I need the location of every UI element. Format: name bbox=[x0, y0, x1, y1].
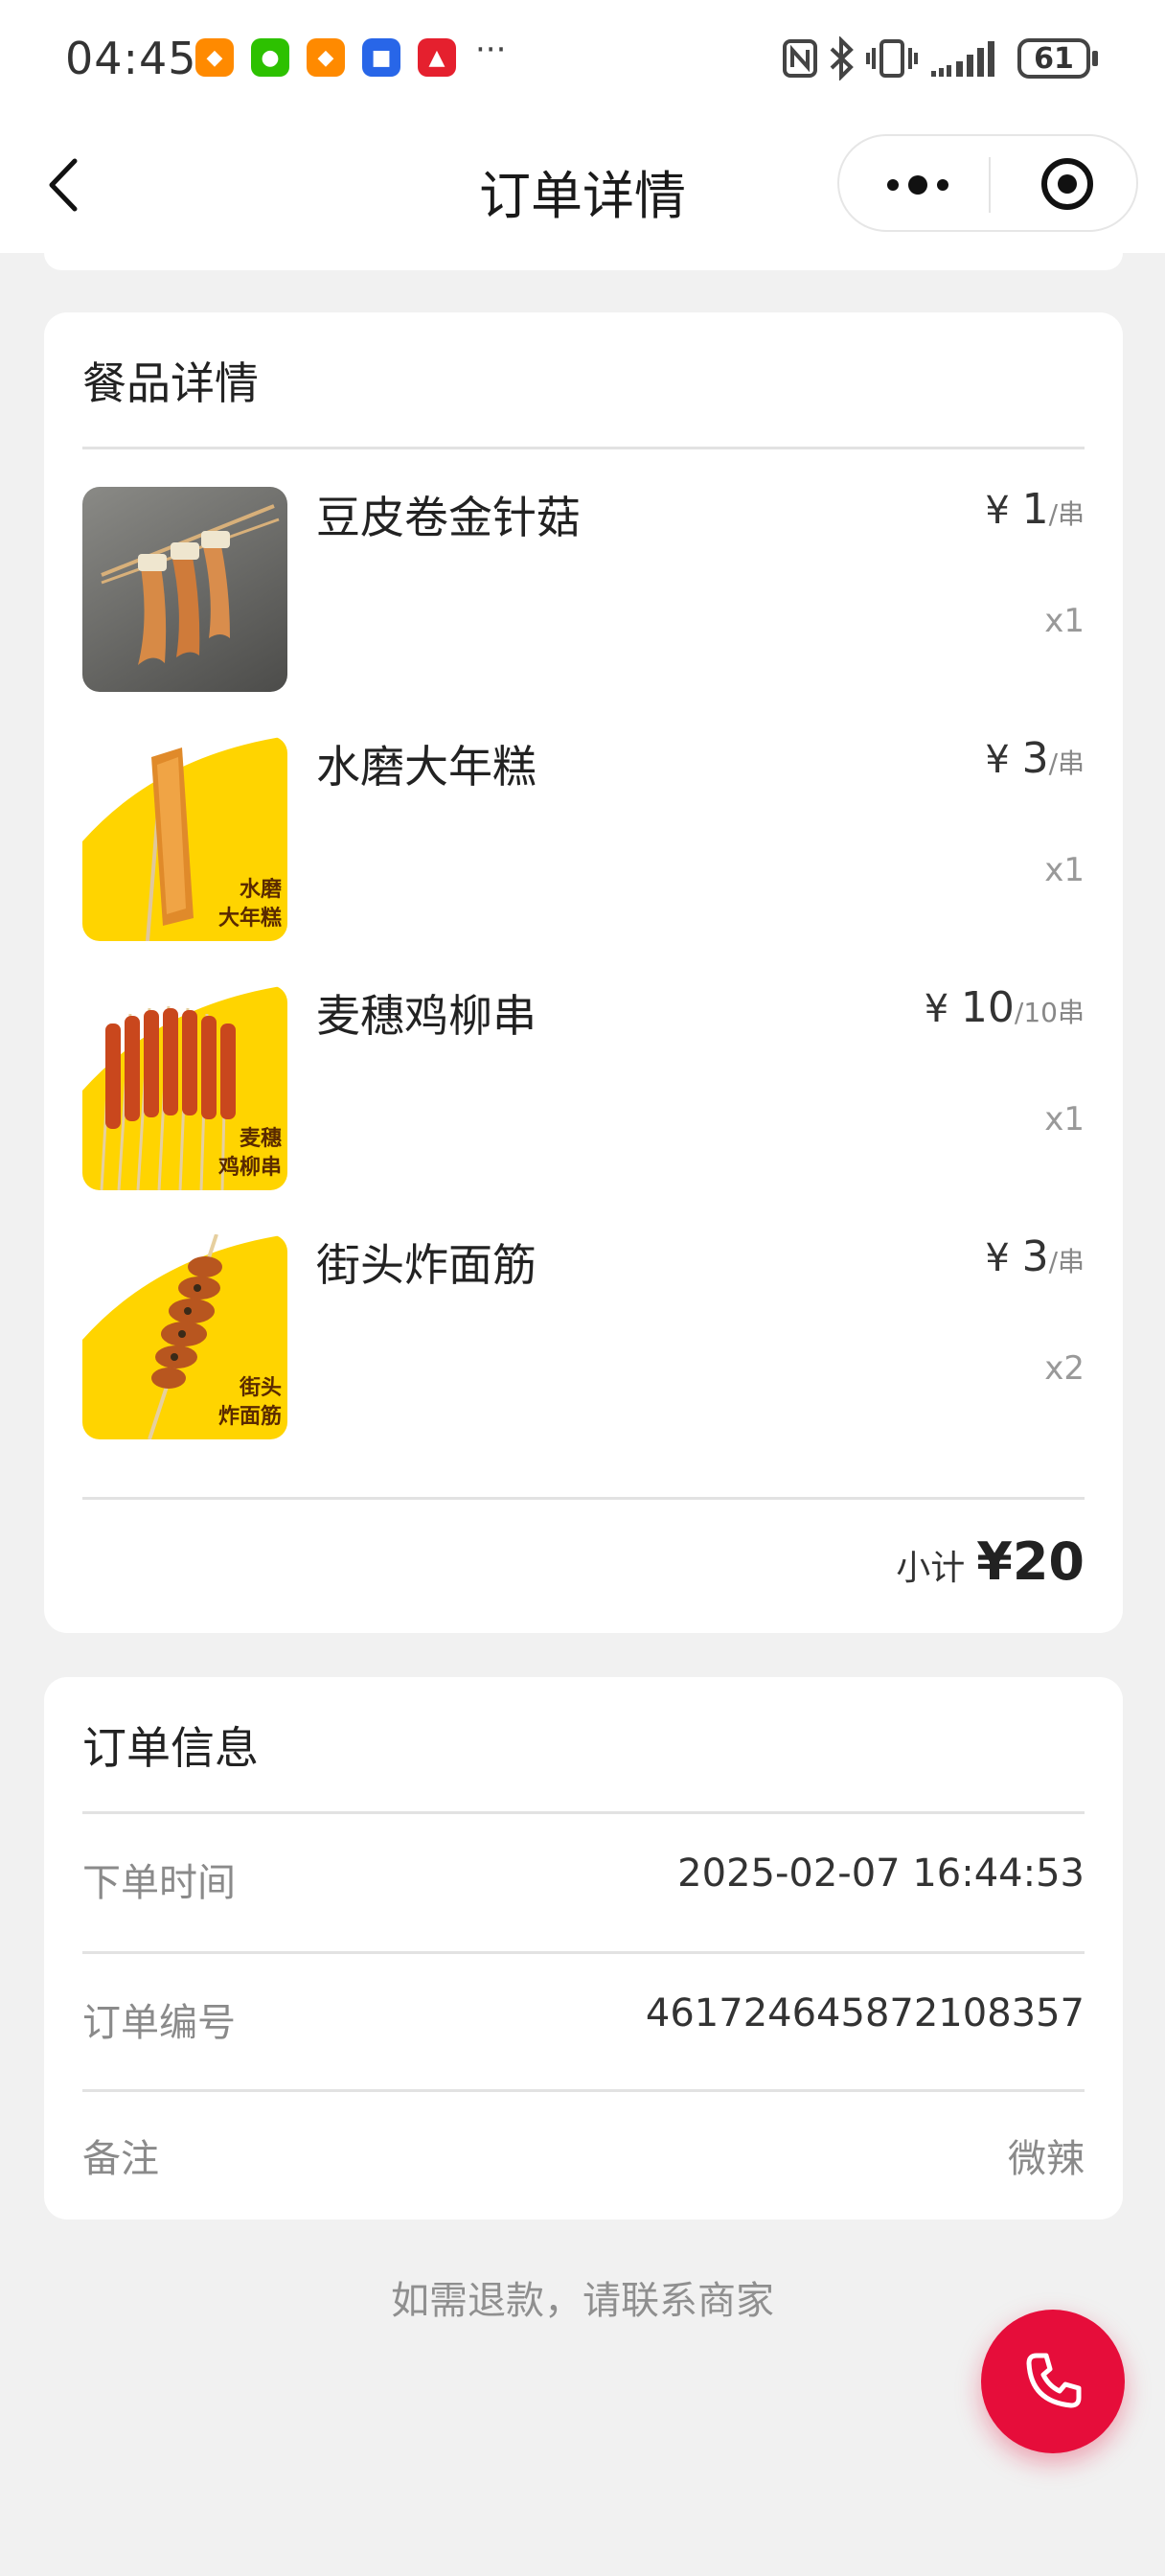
order-time-label: 下单时间 bbox=[82, 1861, 236, 1905]
yen-symbol: ¥ bbox=[985, 489, 1022, 533]
price-amount: 3 bbox=[1021, 734, 1049, 783]
poster-caption: 麦穗 鸡柳串 bbox=[218, 1125, 282, 1183]
enoki-skewer-illustration bbox=[101, 504, 280, 665]
call-merchant-button[interactable] bbox=[981, 2310, 1125, 2453]
battery-indicator: 61 bbox=[1017, 38, 1090, 79]
wechat-icon: ● bbox=[251, 38, 289, 77]
poster-caption-line: 水磨 bbox=[239, 878, 282, 902]
order-number-label: 订单编号 bbox=[82, 2001, 236, 2045]
price-unit: /串 bbox=[1048, 1246, 1085, 1277]
item-name: 水磨大年糕 bbox=[316, 741, 537, 793]
poster-caption: 街头 炸面筋 bbox=[218, 1374, 282, 1432]
order-number-value[interactable]: 461724645872108357 bbox=[646, 1991, 1085, 2036]
price-amount: 3 bbox=[1021, 1232, 1049, 1281]
price-amount: 10 bbox=[960, 983, 1015, 1032]
poster-caption-line: 炸面筋 bbox=[217, 1405, 282, 1429]
order-info-card: 订单信息 下单时间 2025-02-07 16:44:53 订单编号 46172… bbox=[44, 1677, 1123, 2220]
item-price: ¥ 3/串 bbox=[985, 1232, 1085, 1281]
vibrate-icon bbox=[866, 39, 918, 78]
poster-caption-line: 麦穗 bbox=[239, 1127, 282, 1151]
more-dots-icon bbox=[887, 175, 948, 195]
divider bbox=[82, 1951, 1085, 1954]
previous-card-edge bbox=[44, 253, 1123, 270]
refund-tip: 如需退款，请联系商家 bbox=[391, 2279, 774, 2323]
more-button[interactable] bbox=[879, 161, 956, 209]
poster-caption-line: 大年糕 bbox=[217, 907, 282, 931]
nav-bar: 订单详情 bbox=[0, 117, 1165, 253]
item-quantity: x1 bbox=[1044, 851, 1085, 889]
order-info-title: 订单信息 bbox=[82, 1722, 259, 1774]
signal-icon bbox=[931, 41, 994, 77]
battery-cap bbox=[1092, 51, 1098, 66]
poster-caption: 水磨 大年糕 bbox=[218, 876, 282, 933]
more-notifications-icon: ··· bbox=[475, 31, 507, 69]
food-details-card: 餐品详情 豆皮卷金针菇 ¥ 1/串 x1 水磨 大年糕 水磨大年糕 ¥ 3/串 … bbox=[44, 312, 1123, 1633]
item-image[interactable]: 街头 炸面筋 bbox=[82, 1234, 287, 1439]
item-quantity: x1 bbox=[1044, 602, 1085, 640]
divider bbox=[82, 1497, 1085, 1500]
item-quantity: x2 bbox=[1044, 1349, 1085, 1388]
item-quantity: x1 bbox=[1044, 1100, 1085, 1138]
subtotal-label: 小计 bbox=[896, 1549, 966, 1588]
item-name: 麦穗鸡柳串 bbox=[316, 990, 537, 1042]
divider bbox=[82, 447, 1085, 449]
order-time-value: 2025-02-07 16:44:53 bbox=[677, 1852, 1085, 1896]
security-app-icon: ■ bbox=[362, 38, 400, 77]
remark-label: 备注 bbox=[82, 2137, 159, 2181]
price-amount: 1 bbox=[1021, 485, 1049, 534]
capsule-divider bbox=[989, 157, 991, 213]
item-image[interactable] bbox=[82, 487, 287, 692]
poster-caption-line: 街头 bbox=[239, 1376, 282, 1400]
alipay-app-icon: ▲ bbox=[418, 38, 456, 77]
remark-value: 微辣 bbox=[1008, 2137, 1085, 2181]
bluetooth-icon bbox=[830, 36, 854, 80]
subtotal: 小计 ¥20 bbox=[896, 1531, 1085, 1592]
target-close-icon bbox=[1041, 158, 1093, 210]
item-image[interactable]: 水磨 大年糕 bbox=[82, 736, 287, 941]
status-bar: 04:45 ◆ ● ◆ ■ ▲ ··· 61 bbox=[0, 0, 1165, 117]
phone-icon bbox=[1026, 2353, 1082, 2408]
price-unit: /串 bbox=[1048, 748, 1085, 779]
item-name: 豆皮卷金针菇 bbox=[316, 492, 581, 543]
subtotal-value: ¥20 bbox=[976, 1531, 1085, 1592]
yen-symbol: ¥ bbox=[985, 1236, 1022, 1280]
yen-symbol: ¥ bbox=[985, 738, 1022, 782]
item-price: ¥ 1/串 bbox=[985, 485, 1085, 534]
item-price: ¥ 10/10串 bbox=[925, 983, 1085, 1032]
divider bbox=[82, 2089, 1085, 2092]
food-details-title: 餐品详情 bbox=[82, 357, 259, 409]
status-time: 04:45 bbox=[65, 33, 197, 84]
item-price: ¥ 3/串 bbox=[985, 734, 1085, 783]
item-name: 街头炸面筋 bbox=[316, 1239, 537, 1291]
close-miniprogram-button[interactable] bbox=[1039, 155, 1096, 213]
taobao-icon: ◆ bbox=[195, 38, 234, 77]
taobao-icon: ◆ bbox=[307, 38, 345, 77]
price-unit: /10串 bbox=[1014, 997, 1085, 1028]
nfc-icon bbox=[783, 39, 817, 78]
divider bbox=[82, 1811, 1085, 1814]
item-image[interactable]: 麦穗 鸡柳串 bbox=[82, 985, 287, 1190]
miniprogram-capsule bbox=[837, 134, 1138, 232]
yen-symbol: ¥ bbox=[924, 987, 961, 1031]
poster-caption-line: 鸡柳串 bbox=[217, 1156, 282, 1180]
price-unit: /串 bbox=[1048, 498, 1085, 530]
